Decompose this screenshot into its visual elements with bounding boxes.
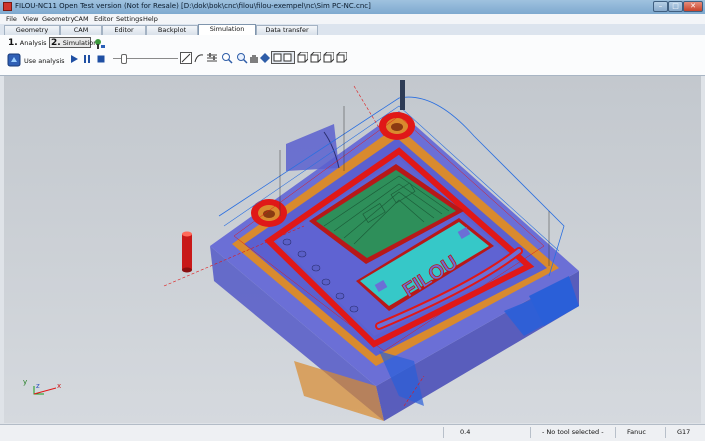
view-iso-icon[interactable] bbox=[336, 52, 347, 63]
view-front-icon[interactable] bbox=[297, 52, 308, 63]
step1-label: Analysis bbox=[19, 39, 47, 47]
play-icon[interactable] bbox=[70, 55, 78, 63]
axis-y-label: y bbox=[23, 378, 28, 386]
line-view-icon[interactable] bbox=[180, 52, 192, 64]
tab-editor[interactable]: Editor bbox=[102, 25, 146, 35]
status-separator bbox=[615, 427, 616, 438]
simulation-viewport[interactable]: FILOU y z x bbox=[4, 76, 701, 423]
step2-number: 2. bbox=[51, 38, 61, 48]
menu-help[interactable]: Help bbox=[143, 15, 158, 23]
pause-icon[interactable] bbox=[83, 55, 91, 63]
axis-x-label: x bbox=[57, 382, 62, 390]
app-icon bbox=[3, 2, 12, 11]
zoom-icon[interactable] bbox=[236, 52, 248, 64]
view-mode-toggle-icon[interactable] bbox=[271, 51, 295, 64]
menu-editor[interactable]: Editor bbox=[94, 15, 113, 23]
close-button[interactable]: ✕ bbox=[683, 1, 703, 12]
tab-data-transfer[interactable]: Data transfer bbox=[256, 25, 318, 35]
tool-settings-icon[interactable] bbox=[94, 38, 106, 49]
status-separator bbox=[665, 427, 666, 438]
view-side-icon[interactable] bbox=[323, 52, 334, 63]
tab-backplot[interactable]: Backplot bbox=[146, 25, 198, 35]
tab-geometry[interactable]: Geometry bbox=[4, 25, 60, 35]
step1-number: 1. bbox=[8, 38, 18, 48]
menu-cam[interactable]: CAM bbox=[74, 15, 89, 23]
zoom-window-icon[interactable] bbox=[221, 52, 233, 64]
maximize-button[interactable]: □ bbox=[668, 1, 683, 12]
status-bar: 0.4 - No tool selected - Fanuc G17 bbox=[0, 424, 705, 441]
step-analysis[interactable]: 1. Analysis bbox=[8, 38, 47, 48]
step-simulation[interactable]: 2. Simulation bbox=[51, 38, 97, 48]
menu-view[interactable]: View bbox=[23, 15, 38, 23]
use-analysis-label: Use analysis bbox=[24, 57, 65, 65]
status-tool: - No tool selected - bbox=[542, 428, 604, 436]
ribbon: 1. Analysis 2. Simulation Use analysis bbox=[0, 35, 705, 76]
window-title: FILOU-NC11 Open Test version (Not for Re… bbox=[15, 2, 371, 10]
menu-geometry[interactable]: Geometry bbox=[42, 15, 74, 23]
part-render: FILOU bbox=[4, 76, 701, 423]
use-analysis-icon[interactable] bbox=[7, 53, 21, 67]
list-settings-icon[interactable] bbox=[206, 52, 218, 64]
rotate-view-icon[interactable] bbox=[259, 52, 271, 64]
step2-label: Simulation bbox=[62, 39, 98, 47]
menu-settings[interactable]: Settings bbox=[116, 15, 143, 23]
stop-icon[interactable] bbox=[97, 55, 105, 63]
view-top-icon[interactable] bbox=[310, 52, 321, 63]
status-separator bbox=[530, 427, 531, 438]
minimize-button[interactable]: – bbox=[653, 1, 668, 12]
tab-cam[interactable]: CAM bbox=[60, 25, 102, 35]
axis-z-label: z bbox=[36, 382, 40, 390]
speed-slider-thumb[interactable] bbox=[121, 54, 127, 64]
status-control: Fanuc bbox=[627, 428, 646, 436]
status-separator bbox=[443, 427, 444, 438]
menu-file[interactable]: File bbox=[6, 15, 17, 23]
title-bar: FILOU-NC11 Open Test version (Not for Re… bbox=[0, 0, 705, 15]
status-gcode: G17 bbox=[677, 428, 691, 436]
curve-icon[interactable] bbox=[193, 52, 205, 64]
status-value: 0.4 bbox=[460, 428, 471, 436]
menu-bar: File View Geometry CAM Editor Settings H… bbox=[0, 14, 705, 24]
